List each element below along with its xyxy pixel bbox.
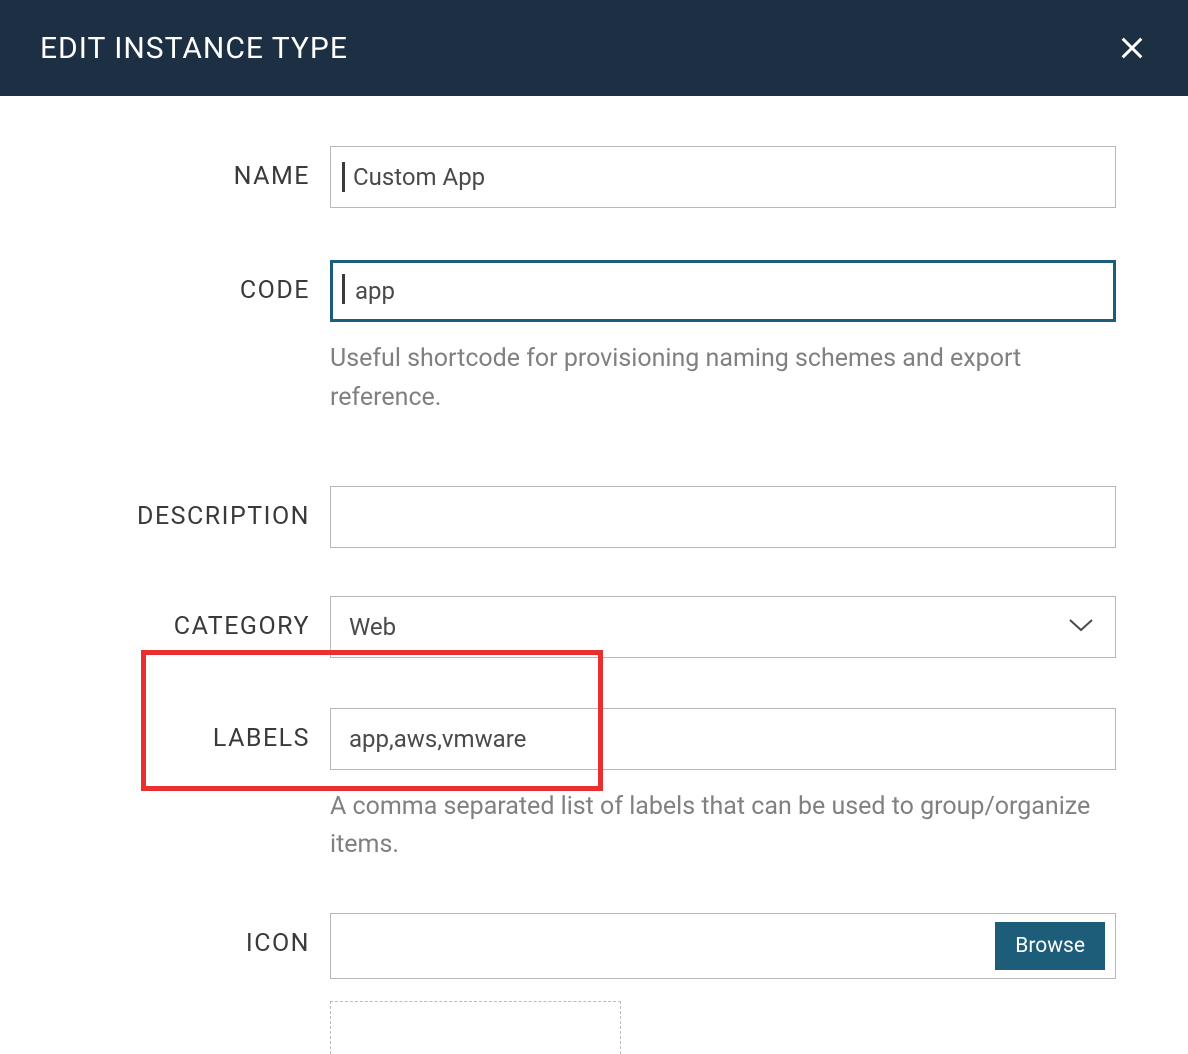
- close-icon: [1118, 34, 1146, 62]
- form-container: NAME CODE Useful shortcode for provision…: [0, 96, 1188, 1054]
- name-row: NAME: [72, 146, 1116, 208]
- name-field-wrapper: [330, 146, 1116, 208]
- modal-header: EDIT INSTANCE TYPE: [0, 0, 1188, 96]
- description-input[interactable]: [330, 486, 1116, 548]
- description-row: DESCRIPTION: [72, 486, 1116, 548]
- code-label: CODE: [72, 260, 330, 305]
- category-row: CATEGORY Web: [72, 596, 1116, 658]
- name-label: NAME: [72, 146, 330, 191]
- labels-field-wrapper: A comma separated list of labels that ca…: [330, 708, 1116, 866]
- category-label: CATEGORY: [72, 596, 330, 641]
- icon-row: ICON Browse: [72, 913, 1116, 1054]
- category-selected-value: Web: [349, 613, 396, 641]
- code-input[interactable]: [330, 260, 1116, 322]
- cursor-indicator: [342, 162, 345, 192]
- name-input[interactable]: [330, 146, 1116, 208]
- code-helper-text: Useful shortcode for provisioning naming…: [330, 340, 1116, 418]
- browse-button[interactable]: Browse: [995, 922, 1105, 970]
- labels-helper-text: A comma separated list of labels that ca…: [330, 788, 1116, 866]
- labels-input[interactable]: [330, 708, 1116, 770]
- category-select[interactable]: Web: [330, 596, 1116, 658]
- code-field-wrapper: Useful shortcode for provisioning naming…: [330, 260, 1116, 418]
- icon-label: ICON: [72, 913, 330, 958]
- labels-label: LABELS: [72, 708, 330, 753]
- description-label: DESCRIPTION: [72, 486, 330, 531]
- category-field-wrapper: Web: [330, 596, 1116, 658]
- icon-input-container: Browse: [330, 913, 1116, 979]
- icon-preview-placeholder: [330, 1001, 621, 1054]
- close-button[interactable]: [1116, 32, 1148, 64]
- modal-title: EDIT INSTANCE TYPE: [40, 31, 348, 66]
- code-row: CODE Useful shortcode for provisioning n…: [72, 260, 1116, 418]
- labels-row: LABELS A comma separated list of labels …: [72, 708, 1116, 866]
- cursor-indicator: [342, 274, 345, 304]
- icon-field-wrapper: Browse: [330, 913, 1116, 1054]
- description-field-wrapper: [330, 486, 1116, 548]
